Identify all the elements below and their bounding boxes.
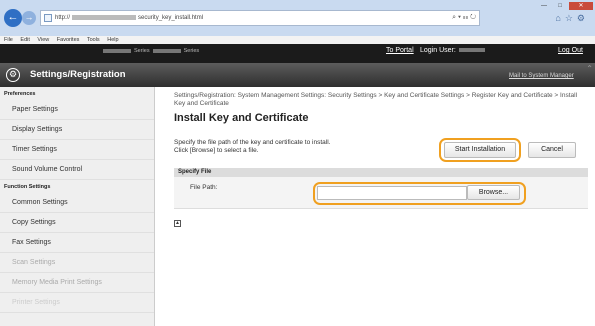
- sidebar-item-common-settings[interactable]: Common Settings: [0, 193, 154, 213]
- sidebar-section-preferences: Preferences: [4, 91, 36, 97]
- back-button[interactable]: ←: [4, 9, 22, 27]
- product-name: Series Series: [100, 48, 199, 54]
- close-icon[interactable]: ✕: [569, 2, 593, 10]
- browser-titlebar: ← → http:// security_key_install.html ⌕ ▾…: [0, 0, 595, 36]
- menu-bar: File Edit View Favorites Tools Help: [0, 36, 595, 44]
- login-user: Login User:: [420, 47, 488, 54]
- app-title: Settings/Registration: [30, 69, 126, 80]
- main-content: Settings/Registration: System Management…: [174, 92, 588, 227]
- to-portal-link[interactable]: To Portal: [386, 47, 414, 54]
- sidebar-item-display-settings[interactable]: Display Settings: [0, 120, 154, 140]
- url-host-redacted: [72, 14, 137, 20]
- app-title-bar: ⚙ Settings/Registration Mail to System M…: [0, 63, 595, 87]
- instructions: Specify the file path of the key and cer…: [174, 139, 330, 155]
- star-icon[interactable]: ☆: [565, 13, 577, 23]
- toolbar-icons[interactable]: ⌂☆⚙: [555, 13, 589, 24]
- breadcrumb: Settings/Registration: System Management…: [174, 92, 578, 107]
- minimize-icon[interactable]: —: [537, 2, 551, 10]
- start-installation-button[interactable]: Start Installation: [444, 142, 516, 158]
- menu-tools[interactable]: Tools: [87, 37, 100, 43]
- url-prefix: http://: [55, 15, 71, 21]
- scrollbar-up-icon[interactable]: ⌃: [586, 64, 593, 73]
- settings-gear-icon: ⚙: [6, 68, 20, 82]
- sidebar-item-sound-volume[interactable]: Sound Volume Control: [0, 160, 154, 180]
- gear-icon[interactable]: ⚙: [577, 13, 589, 23]
- section-specify-file: Specify File: [174, 168, 588, 177]
- scroll-top-icon[interactable]: ▲: [174, 220, 181, 227]
- instruction-line-2: Click [Browse] to select a file.: [174, 147, 259, 154]
- sidebar-item-copy-settings[interactable]: Copy Settings: [0, 213, 154, 233]
- sidebar-item-fax-settings[interactable]: Fax Settings: [0, 233, 154, 253]
- instruction-line-1: Specify the file path of the key and cer…: [174, 139, 331, 146]
- maximize-icon[interactable]: □: [553, 2, 567, 10]
- page-icon: [44, 14, 52, 22]
- sidebar-item-printer-settings[interactable]: Printer Settings: [0, 293, 154, 313]
- sidebar-section-function: Function Settings: [4, 184, 51, 190]
- browse-button[interactable]: Browse...: [467, 185, 520, 200]
- url-suffix: security_key_install.html: [138, 15, 204, 21]
- file-path-label: File Path:: [190, 184, 218, 191]
- sidebar: Preferences Paper Settings Display Setti…: [0, 87, 155, 326]
- sidebar-item-paper-settings[interactable]: Paper Settings: [0, 100, 154, 120]
- logout-link[interactable]: Log Out: [558, 47, 583, 54]
- home-icon[interactable]: ⌂: [555, 13, 564, 23]
- mail-system-manager-link[interactable]: Mail to System Manager: [509, 73, 574, 79]
- menu-edit[interactable]: Edit: [20, 37, 29, 43]
- cancel-button[interactable]: Cancel: [528, 142, 576, 158]
- forward-button[interactable]: →: [22, 11, 36, 25]
- address-tools[interactable]: ⌕ ▾ ☷ ↻: [452, 11, 476, 25]
- sidebar-item-timer-settings[interactable]: Timer Settings: [0, 140, 154, 160]
- app-top-bar: Series Series To Portal Login User: Log O…: [0, 44, 595, 63]
- menu-favorites[interactable]: Favorites: [57, 37, 80, 43]
- sidebar-item-scan-settings[interactable]: Scan Settings: [0, 253, 154, 273]
- sidebar-item-memory-media[interactable]: Memory Media Print Settings: [0, 273, 154, 293]
- menu-file[interactable]: File: [4, 37, 13, 43]
- page-title: Install Key and Certificate: [174, 112, 309, 124]
- menu-view[interactable]: View: [37, 37, 49, 43]
- address-bar[interactable]: http:// security_key_install.html ⌕ ▾ ☷ ↻: [40, 10, 480, 26]
- menu-help[interactable]: Help: [107, 37, 118, 43]
